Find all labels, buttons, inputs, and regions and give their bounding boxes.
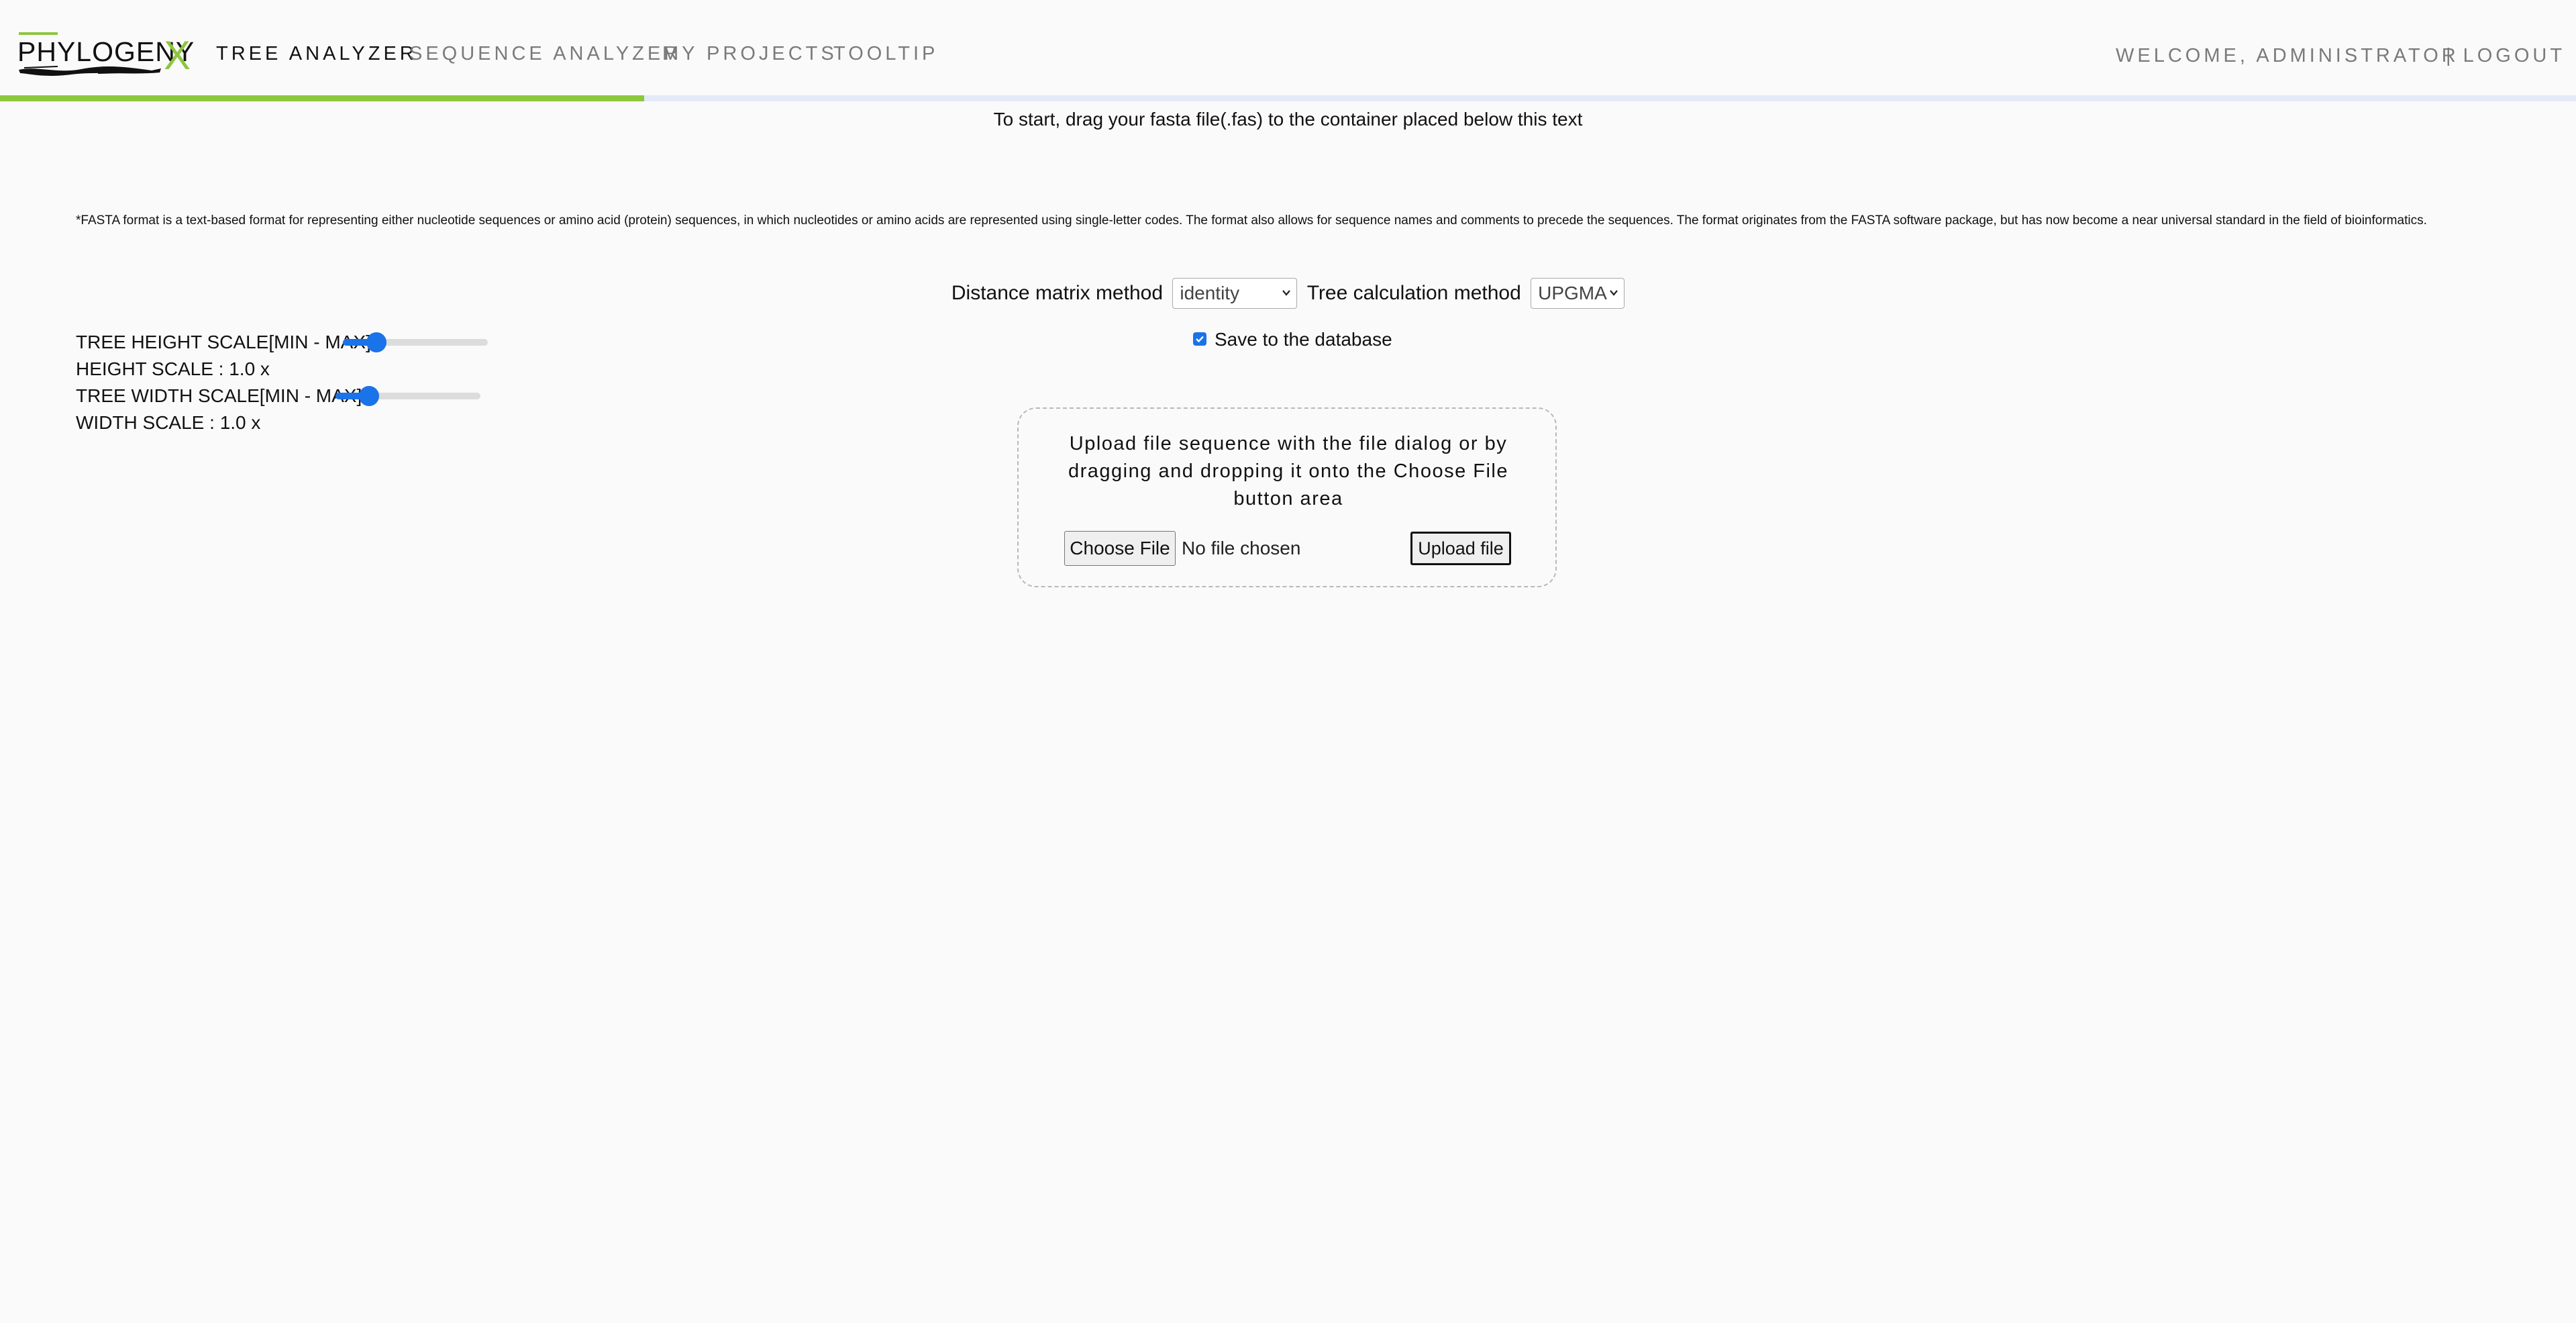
- logout-link[interactable]: | LOGOUT: [2446, 45, 2565, 67]
- nav-tree-analyzer[interactable]: TREE ANALYZER: [216, 43, 417, 65]
- nav-sequence-analyzer[interactable]: SEQUENCE ANALYZER: [409, 43, 681, 65]
- welcome-text: WELCOME, ADMINISTRATOR: [2116, 45, 2459, 66]
- width-scale-label: TREE WIDTH SCALE[MIN - MAX]: [76, 385, 362, 406]
- logo-accent-line: [19, 32, 58, 35]
- save-to-database-row: Save to the database: [1193, 329, 1392, 350]
- choose-file-button[interactable]: Choose File: [1064, 531, 1176, 566]
- upload-instructions: Upload file sequence with the file dialo…: [1068, 433, 1508, 509]
- upload-dropzone[interactable]: Upload file sequence with the file dialo…: [1017, 407, 1557, 587]
- tree-calculation-label: Tree calculation method: [1306, 282, 1521, 304]
- scale-controls: TREE HEIGHT SCALE[MIN - MAX] HEIGHT SCAL…: [76, 329, 488, 436]
- width-scale-value-row: WIDTH SCALE : 1.0 x: [76, 409, 371, 436]
- distance-matrix-select[interactable]: identity: [1172, 278, 1298, 309]
- nav-tooltip[interactable]: TOOLTIP: [833, 43, 938, 65]
- navbar: PHYLOGENY X TREE ANALYZER SEQUENCE ANALY…: [0, 0, 2576, 95]
- height-scale-value: HEIGHT SCALE : 1.0 x: [76, 358, 270, 379]
- width-slider-thumb[interactable]: [358, 386, 379, 406]
- tree-calculation-value: UPGMA: [1538, 283, 1607, 303]
- height-scale-row: TREE HEIGHT SCALE[MIN - MAX]: [76, 329, 488, 356]
- width-scale-slider[interactable]: [336, 386, 480, 406]
- width-scale-row: TREE WIDTH SCALE[MIN - MAX]: [76, 383, 480, 409]
- check-icon: [1196, 336, 1204, 342]
- tree-calculation-select[interactable]: UPGMA: [1531, 278, 1625, 309]
- logo-brush-stroke-icon: [19, 66, 161, 76]
- chevron-down-icon: [1610, 290, 1618, 296]
- height-scale-slider[interactable]: [343, 332, 488, 352]
- distance-matrix-value: identity: [1180, 283, 1240, 303]
- save-to-database-checkbox[interactable]: [1193, 332, 1206, 346]
- no-file-chosen-text: No file chosen: [1182, 538, 1301, 558]
- progress-bar-fill: [0, 95, 644, 101]
- distance-matrix-label: Distance matrix method: [951, 282, 1164, 304]
- logo-x: X: [164, 33, 191, 78]
- logo[interactable]: PHYLOGENY X: [17, 30, 194, 78]
- height-scale-value-row: HEIGHT SCALE : 1.0 x: [76, 356, 371, 383]
- page: PHYLOGENY X TREE ANALYZER SEQUENCE ANALY…: [0, 0, 2576, 1323]
- nav-my-projects[interactable]: MY PROJECTS: [662, 43, 837, 65]
- height-scale-label: TREE HEIGHT SCALE[MIN - MAX]: [76, 332, 371, 352]
- chevron-down-icon: [1282, 290, 1291, 296]
- progress-bar: [0, 95, 2576, 101]
- save-to-database-label: Save to the database: [1215, 329, 1392, 350]
- methods-row: Distance matrix method identity Tree cal…: [0, 278, 2576, 309]
- width-scale-value: WIDTH SCALE : 1.0 x: [76, 412, 261, 433]
- height-slider-thumb[interactable]: [366, 332, 387, 352]
- intro-text: To start, drag your fasta file(.fas) to …: [993, 109, 1583, 130]
- fasta-format-note: *FASTA format is a text-based format for…: [76, 213, 2427, 228]
- upload-file-button[interactable]: Upload file: [1410, 532, 1511, 565]
